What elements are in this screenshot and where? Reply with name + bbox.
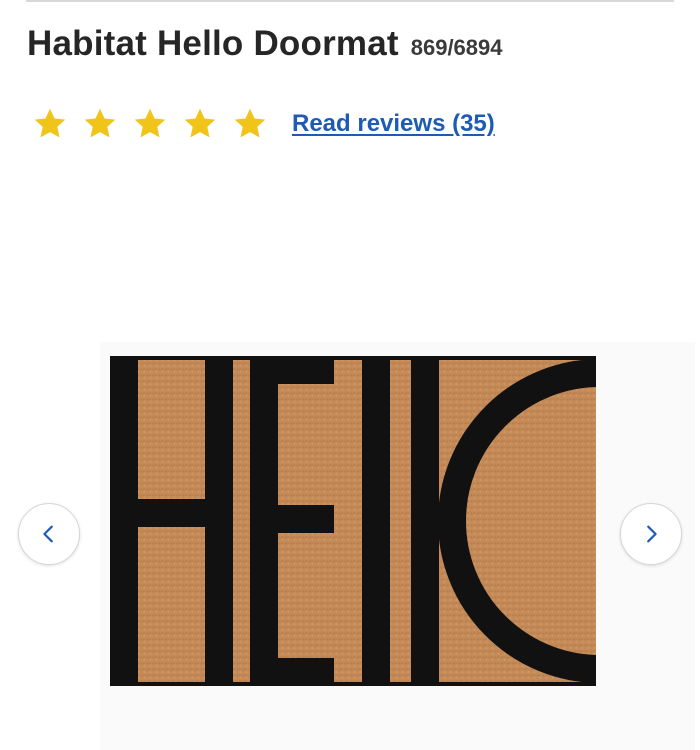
product-page: Habitat Hello Doormat 869/6894 Read revi… xyxy=(0,0,700,750)
star-rating xyxy=(32,106,282,142)
product-code: 869/6894 xyxy=(410,35,503,60)
next-image-button[interactable] xyxy=(620,503,682,565)
rating-row: Read reviews (35) xyxy=(32,106,495,142)
previous-image-button[interactable] xyxy=(18,503,80,565)
doormat-illustration xyxy=(110,356,596,686)
product-title: Habitat Hello Doormat xyxy=(27,24,399,63)
star-icon xyxy=(232,106,268,142)
chevron-right-icon xyxy=(647,525,657,543)
read-reviews-link[interactable]: Read reviews (35) xyxy=(292,110,495,138)
star-icon xyxy=(182,106,218,142)
star-icon xyxy=(132,106,168,142)
star-icon xyxy=(82,106,118,142)
product-gallery xyxy=(0,170,700,750)
star-icon xyxy=(32,106,68,142)
chevron-left-icon xyxy=(43,525,53,543)
doormat-image[interactable] xyxy=(100,342,695,750)
title-row: Habitat Hello Doormat 869/6894 xyxy=(27,24,503,64)
divider xyxy=(26,0,674,2)
